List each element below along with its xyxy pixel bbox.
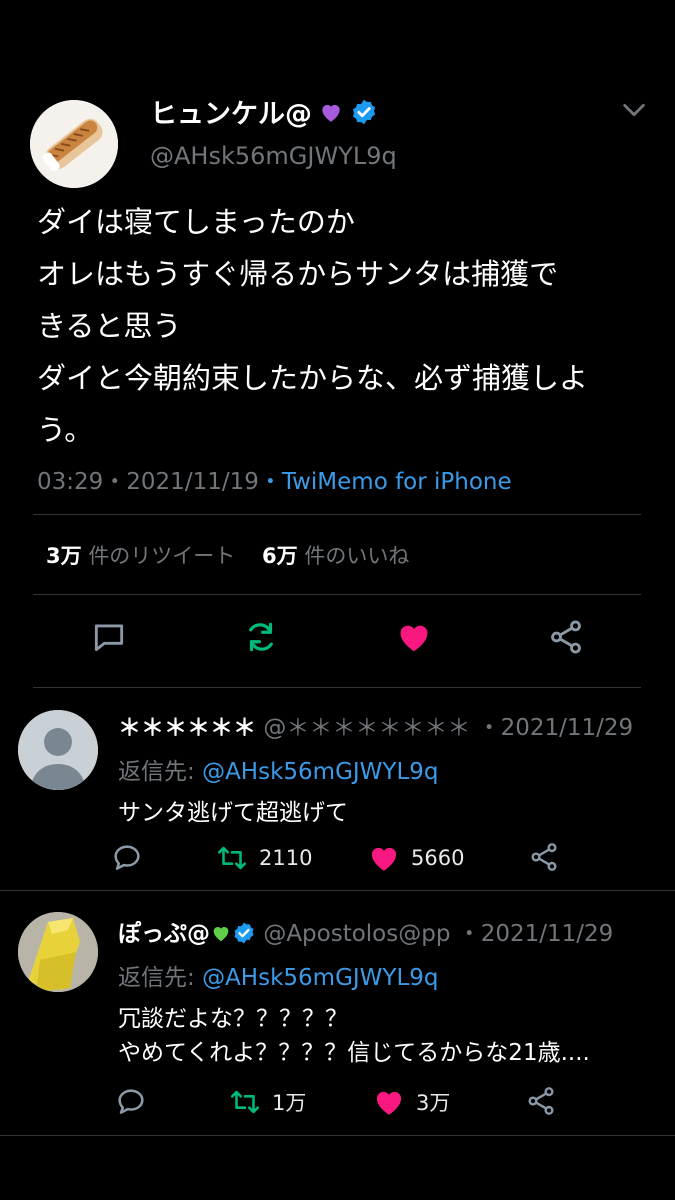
like-label: 件のいいね (304, 544, 410, 568)
reply-icon (114, 845, 140, 870)
chevron-down-icon[interactable] (620, 96, 648, 124)
reply-action-share[interactable] (528, 841, 560, 873)
reply-to-line: 返信先: @AHsk56mGJWYL9q (118, 752, 439, 786)
reply-retweet-count: 2110 (259, 846, 313, 870)
author-name-text: ヒュンケル@ (150, 99, 312, 130)
divider (0, 1135, 675, 1136)
reply-to-line: 返信先: @AHsk56mGJWYL9q (118, 958, 439, 992)
retweet-icon (230, 1090, 260, 1114)
divider (33, 594, 641, 595)
reply-to-prefix: 返信先: (118, 759, 203, 785)
default-avatar-icon[interactable] (18, 710, 98, 790)
share-icon (528, 1087, 554, 1115)
reply-icon (118, 1089, 144, 1114)
retweet-label: 件のリツイート (88, 544, 236, 568)
retweet-icon[interactable] (242, 618, 280, 656)
reply-action-share[interactable] (525, 1085, 557, 1117)
reply-author-handle[interactable]: @＊＊＊＊＊＊＊＊ (263, 715, 470, 741)
verified-badge-icon (352, 99, 376, 124)
verified-badge-icon (234, 922, 254, 944)
retweet-count: 3万 (46, 544, 82, 568)
like-icon (376, 1091, 402, 1115)
retweet-stat[interactable]: 3万 件のリツイート (46, 544, 235, 568)
reply-header: ぽっぷ@ @Apostolos@pp ・2021/11/29 (118, 914, 613, 948)
reply-author-handle[interactable]: @Apostolos@pp (263, 921, 450, 947)
reply-retweet-count: 1万 (272, 1091, 307, 1115)
reply-author-name[interactable]: ＊＊＊＊＊＊ (118, 715, 256, 741)
reply-author-name[interactable]: ぽっぷ@ (118, 921, 210, 947)
tweet-meta: 03:29・2021/11/19・TwiMemo for iPhone (37, 462, 512, 496)
like-icon (371, 847, 397, 871)
author-handle[interactable]: @AHsk56mGJWYL9q (150, 142, 397, 170)
reply-header: ＊＊＊＊＊＊ @＊＊＊＊＊＊＊＊ ・2021/11/29 (118, 708, 633, 742)
food-avatar-image (30, 100, 118, 188)
like-icon[interactable] (395, 618, 433, 656)
reply-like-count: 3万 (416, 1091, 451, 1115)
reply-action-reply[interactable] (110, 841, 144, 875)
share-icon[interactable] (547, 618, 585, 656)
divider (33, 687, 641, 688)
reply-action-reply[interactable] (114, 1085, 148, 1119)
green-heart-icon (213, 927, 229, 942)
reply-action-like[interactable]: 5660 (367, 841, 464, 875)
reply-action-retweet[interactable]: 1万 (228, 1085, 306, 1119)
reply-text: 冗談だよな？？？？？ やめてくれよ？？？？信じてるからな21歳.... (118, 1006, 590, 1066)
character-avatar-image (18, 912, 98, 992)
reply-to-handle[interactable]: @AHsk56mGJWYL9q (202, 965, 438, 991)
tweet-source-link[interactable]: ・TwiMemo for iPhone (259, 469, 512, 495)
share-icon (531, 843, 557, 871)
reply-like-count: 5660 (411, 846, 465, 870)
reply-to-prefix: 返信先: (118, 965, 203, 991)
tweet-text: ダイは寝てしまったのか オレはもうすぐ帰るからサンタは捕獲で きると思う ダイと… (37, 205, 589, 447)
reply-action-like[interactable]: 3万 (372, 1085, 450, 1119)
reply-action-retweet[interactable]: 2110 (215, 841, 312, 875)
tweet-timestamp[interactable]: 03:29・2021/11/19 (37, 469, 259, 495)
purple-heart-icon (322, 104, 340, 122)
reply-avatar[interactable] (18, 912, 98, 992)
reply-text: サンタ逃げて超逃げて (118, 800, 348, 826)
divider (33, 514, 641, 515)
like-stat[interactable]: 6万 件のいいね (262, 544, 409, 568)
divider (0, 890, 675, 891)
author-name[interactable]: ヒュンケル@ (150, 92, 378, 131)
reply-date[interactable]: ・2021/11/29 (458, 921, 614, 947)
reply-to-handle[interactable]: @AHsk56mGJWYL9q (202, 759, 438, 785)
reply-date[interactable]: ・2021/11/29 (478, 715, 634, 741)
retweet-icon (217, 846, 247, 870)
reply-icon[interactable] (90, 618, 128, 656)
like-count: 6万 (262, 544, 298, 568)
tweet-stats: 3万 件のリツイート 6万 件のいいね (46, 540, 409, 570)
author-avatar[interactable] (30, 100, 118, 188)
